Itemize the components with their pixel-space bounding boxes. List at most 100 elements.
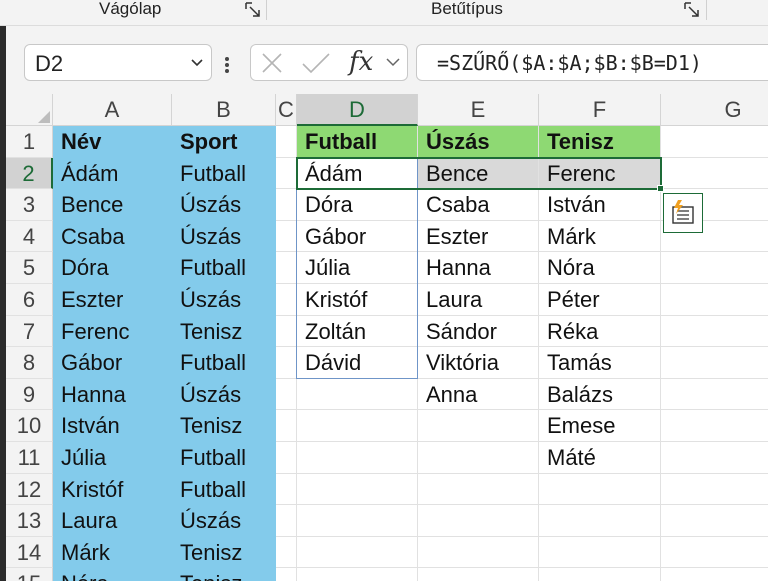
cell-f1[interactable]: Tenisz: [539, 126, 661, 158]
ribbon-separator: [266, 0, 267, 20]
fill-handle[interactable]: [657, 185, 664, 193]
gridline: [276, 504, 768, 506]
cell-d1[interactable]: Futball: [297, 126, 418, 158]
cell-a1[interactable]: Név: [53, 126, 172, 158]
column-header-g[interactable]: G: [661, 94, 768, 126]
cell-f4[interactable]: Márk: [539, 221, 661, 253]
cell-e4[interactable]: Eszter: [418, 221, 539, 253]
ribbon-separator: [706, 0, 707, 20]
formula-text: =SZŰRŐ($A:$A;$B:$B=D1): [437, 51, 702, 75]
quick-analysis-icon[interactable]: [663, 193, 703, 234]
cell-e3[interactable]: Csaba: [418, 189, 539, 221]
cell-f8[interactable]: Tamás: [539, 347, 661, 379]
ribbon-group-labels: Vágólap Betűtípus: [0, 0, 768, 26]
chevron-down-icon[interactable]: [189, 54, 205, 75]
cell-b6[interactable]: Úszás: [172, 284, 276, 316]
cell-a14[interactable]: Márk: [53, 537, 172, 569]
spill-range-border: [296, 157, 418, 379]
more-options-icon[interactable]: [224, 56, 230, 79]
column-header-e[interactable]: E: [418, 94, 539, 126]
font-dialog-launcher-icon[interactable]: [683, 1, 700, 18]
cell-b14[interactable]: Tenisz: [172, 537, 276, 569]
row-header-15[interactable]: 15: [6, 568, 53, 581]
row-header-5[interactable]: 5: [6, 252, 53, 284]
gridline: [276, 567, 768, 569]
cell-a5[interactable]: Dóra: [53, 252, 172, 284]
cell-b3[interactable]: Úszás: [172, 189, 276, 221]
cell-a6[interactable]: Eszter: [53, 284, 172, 316]
row-header-7[interactable]: 7: [6, 315, 53, 348]
gridline: [276, 535, 768, 537]
column-header-c[interactable]: C: [276, 94, 297, 126]
cell-a3[interactable]: Bence: [53, 189, 172, 221]
cell-a8[interactable]: Gábor: [53, 347, 172, 379]
cell-b4[interactable]: Úszás: [172, 221, 276, 253]
active-selection-border: [296, 156, 662, 191]
cell-a10[interactable]: István: [53, 410, 172, 442]
cell-e5[interactable]: Hanna: [418, 252, 539, 284]
cell-a12[interactable]: Kristóf: [53, 474, 172, 506]
row-header-6[interactable]: 6: [6, 284, 53, 316]
row-header-11[interactable]: 11: [6, 442, 53, 474]
cell-b15[interactable]: Tenisz: [172, 568, 276, 581]
row-header-10[interactable]: 10: [6, 410, 53, 442]
formula-input[interactable]: =SZŰRŐ($A:$A;$B:$B=D1): [416, 44, 768, 81]
row-header-9[interactable]: 9: [6, 378, 53, 411]
cell-a11[interactable]: Júlia: [53, 442, 172, 474]
clipboard-dialog-launcher-icon[interactable]: [244, 1, 261, 18]
row-header-8[interactable]: 8: [6, 347, 53, 379]
row-header-4[interactable]: 4: [6, 220, 53, 253]
cell-b9[interactable]: Úszás: [172, 379, 276, 411]
cell-e8[interactable]: Viktória: [418, 347, 539, 379]
enter-check-icon[interactable]: [301, 52, 331, 79]
insert-function-fx-icon[interactable]: fx: [349, 47, 373, 77]
cell-b12[interactable]: Futball: [172, 474, 276, 506]
cell-a15[interactable]: Nóra: [53, 568, 172, 581]
cell-f10[interactable]: Emese: [539, 410, 661, 442]
row-header-2[interactable]: 2: [6, 157, 53, 190]
row-header-12[interactable]: 12: [6, 473, 53, 506]
gridline: [276, 441, 768, 442]
cell-b5[interactable]: Futball: [172, 252, 276, 284]
cell-f7[interactable]: Réka: [539, 316, 661, 348]
cell-b11[interactable]: Futball: [172, 442, 276, 474]
font-group-label: Betűtípus: [431, 0, 503, 18]
column-header-b[interactable]: B: [172, 94, 276, 126]
row-header-3[interactable]: 3: [6, 189, 53, 221]
cell-b13[interactable]: Úszás: [172, 505, 276, 537]
cancel-x-icon[interactable]: [259, 52, 285, 79]
chevron-down-icon[interactable]: [385, 55, 401, 74]
cell-a7[interactable]: Ferenc: [53, 316, 172, 348]
cell-e7[interactable]: Sándor: [418, 316, 539, 348]
name-box-value: D2: [35, 51, 64, 76]
cell-e9[interactable]: Anna: [418, 379, 539, 411]
cell-b10[interactable]: Tenisz: [172, 410, 276, 442]
cell-f11[interactable]: Máté: [539, 442, 661, 474]
cell-e6[interactable]: Laura: [418, 284, 539, 316]
cell-a13[interactable]: Laura: [53, 505, 172, 537]
cell-a4[interactable]: Csaba: [53, 221, 172, 253]
spreadsheet-grid[interactable]: ABCDEFG123456789101112131415NévSportÁdám…: [6, 94, 768, 581]
formula-bar-area: D2 fx =SZŰRŐ($A:$A;$B:$B=D1): [0, 26, 768, 94]
row-header-13[interactable]: 13: [6, 505, 53, 537]
select-all-corner[interactable]: [6, 94, 53, 126]
cell-f6[interactable]: Péter: [539, 284, 661, 316]
cell-b8[interactable]: Futball: [172, 347, 276, 379]
cell-a2[interactable]: Ádám: [53, 158, 172, 190]
cell-f3[interactable]: István: [539, 189, 661, 221]
column-header-f[interactable]: F: [539, 94, 661, 126]
cell-b7[interactable]: Tenisz: [172, 316, 276, 348]
cell-e1[interactable]: Úszás: [418, 126, 539, 158]
row-header-1[interactable]: 1: [6, 126, 53, 158]
cell-b2[interactable]: Futball: [172, 158, 276, 190]
row-header-14[interactable]: 14: [6, 536, 53, 569]
gridline: [276, 472, 768, 474]
cell-a9[interactable]: Hanna: [53, 379, 172, 411]
clipboard-group-label: Vágólap: [99, 0, 162, 18]
cell-b1[interactable]: Sport: [172, 126, 276, 158]
cell-f5[interactable]: Nóra: [539, 252, 661, 284]
name-box[interactable]: D2: [24, 44, 212, 81]
column-header-a[interactable]: A: [53, 94, 172, 126]
cell-f9[interactable]: Balázs: [539, 379, 661, 411]
column-header-d[interactable]: D: [297, 94, 418, 126]
